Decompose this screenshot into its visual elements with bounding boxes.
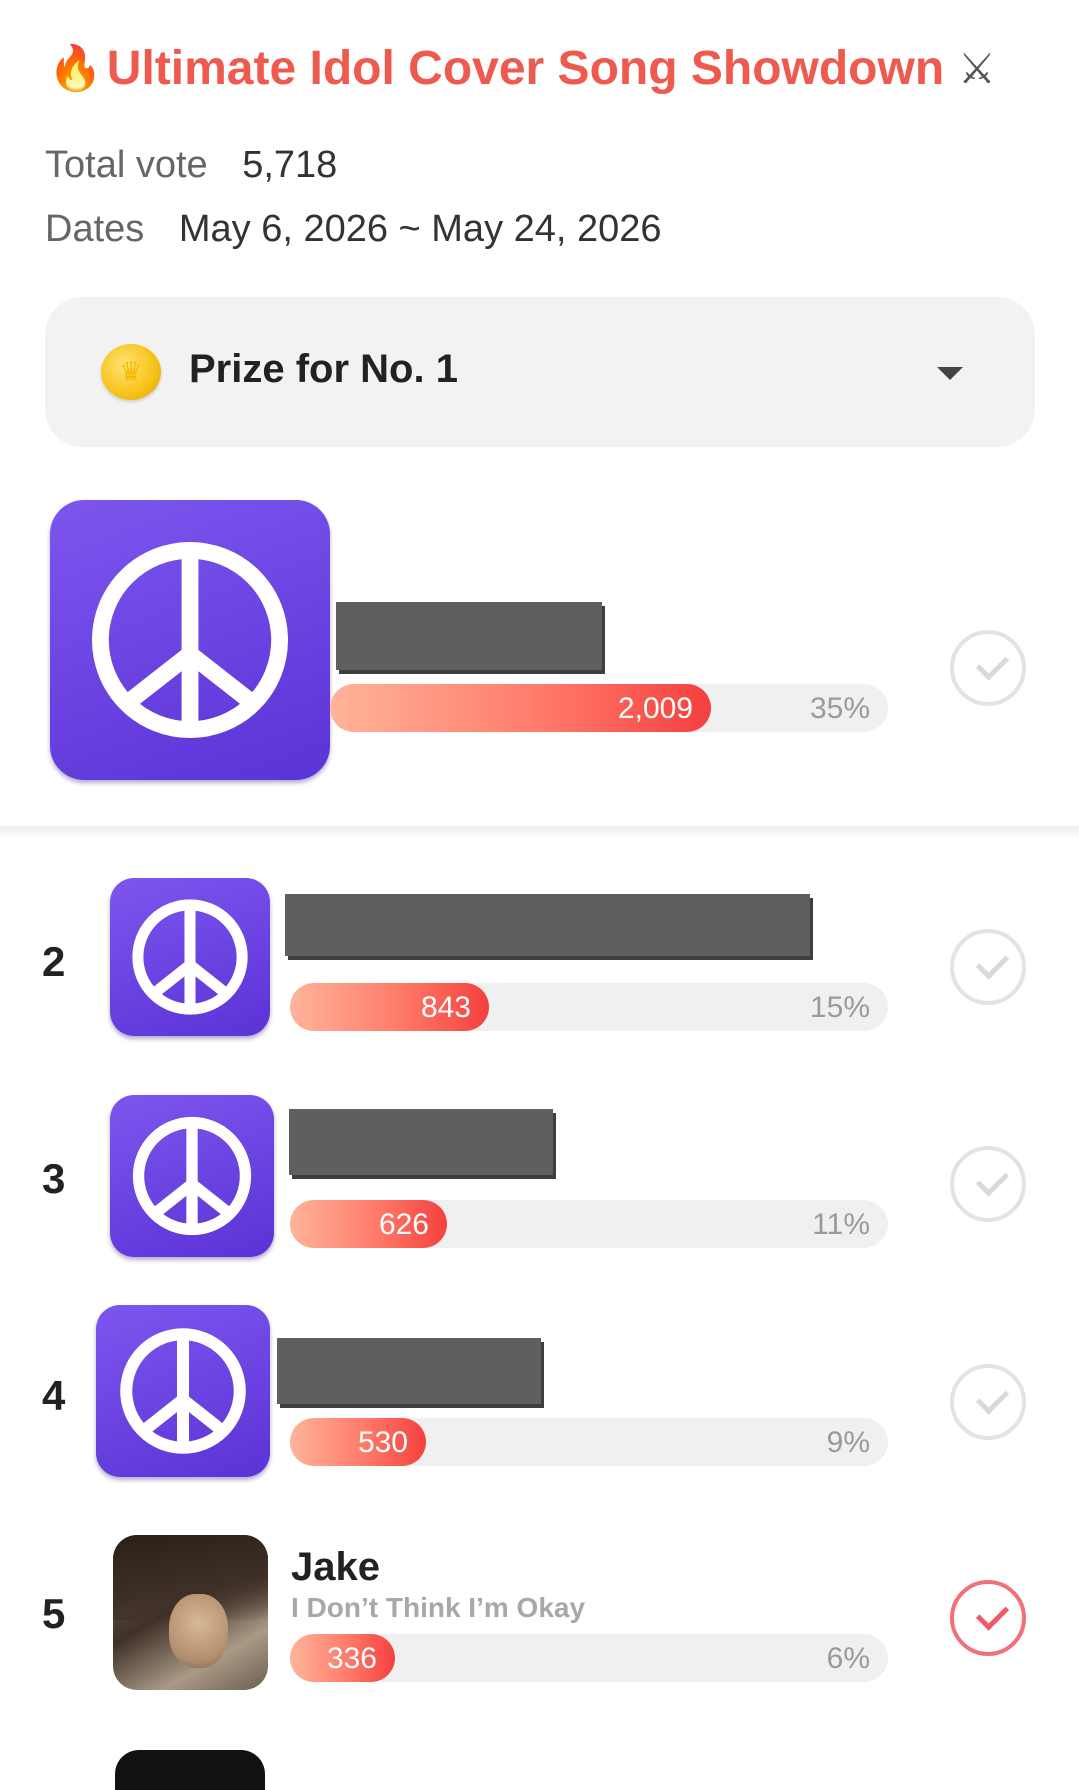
- vote-bar-fill: 336: [290, 1634, 395, 1682]
- vote-percent: 35%: [809, 692, 870, 725]
- vote-bar: 843 15%: [290, 983, 888, 1031]
- vote-count: 530: [357, 1426, 408, 1459]
- photo-face: [168, 1593, 228, 1669]
- vote-bar-fill: 2,009: [330, 684, 711, 732]
- prize-label: Prize for No. 1: [189, 347, 458, 391]
- redacted-name: [277, 1338, 541, 1404]
- vote-check-button[interactable]: [950, 1580, 1026, 1656]
- vote-count: 843: [420, 991, 471, 1024]
- dates-label: Dates: [45, 208, 145, 250]
- dates-row: Dates May 6, 2026 ~ May 24, 2026: [45, 208, 662, 251]
- redacted-name: [285, 894, 810, 956]
- vote-count: 626: [378, 1208, 429, 1241]
- vote-bar-fill: 530: [290, 1418, 426, 1466]
- vote-bar-fill: 843: [290, 983, 489, 1031]
- poll-title: 🔥 Ultimate Idol Cover Song Showdown ⚔: [48, 38, 1048, 98]
- vote-check-button[interactable]: [950, 929, 1026, 1005]
- total-vote-row: Total vote 5,718: [45, 144, 337, 187]
- peace-sign-avatar: [96, 1305, 270, 1477]
- candidate-name: Jake: [291, 1545, 380, 1589]
- coin-icon: [101, 344, 161, 400]
- vote-check-button[interactable]: [950, 630, 1026, 706]
- song-title: I Don’t Think I’m Okay: [291, 1592, 586, 1623]
- peace-sign-avatar: [110, 878, 270, 1036]
- vote-percent: 15%: [809, 991, 870, 1024]
- vote-percent: 9%: [826, 1426, 870, 1459]
- next-candidate-avatar: [115, 1750, 265, 1790]
- crossed-swords-icon: ⚔: [958, 44, 996, 92]
- vote-percent: 11%: [812, 1208, 870, 1241]
- rank-number: 4: [42, 1372, 66, 1419]
- rank-number: 5: [42, 1590, 66, 1637]
- rank-number: 2: [42, 938, 66, 985]
- divider: [0, 826, 1079, 836]
- vote-count: 336: [326, 1642, 377, 1675]
- redacted-name: [289, 1109, 553, 1175]
- dates-value: May 6, 2026 ~ May 24, 2026: [178, 208, 662, 250]
- vote-bar: 626 11%: [290, 1200, 888, 1248]
- poll-title-text: Ultimate Idol Cover Song Showdown: [106, 41, 945, 95]
- prize-dropdown[interactable]: Prize for No. 1: [45, 297, 1035, 447]
- fire-icon: 🔥: [48, 44, 103, 93]
- rank-number: 3: [42, 1155, 66, 1202]
- vote-check-button[interactable]: [950, 1364, 1026, 1440]
- vote-bar-fill: 626: [290, 1200, 447, 1248]
- vote-bar: 530 9%: [290, 1418, 888, 1466]
- caret-down-icon[interactable]: [937, 367, 963, 380]
- vote-percent: 6%: [826, 1642, 870, 1675]
- total-vote-value: 5,718: [242, 144, 338, 186]
- peace-sign-avatar: [110, 1095, 274, 1257]
- vote-bar: 336 6%: [290, 1634, 888, 1682]
- vote-check-button[interactable]: [950, 1146, 1026, 1222]
- redacted-name: [336, 602, 602, 670]
- peace-sign-avatar: [50, 500, 330, 780]
- candidate-photo: [113, 1535, 268, 1690]
- vote-count: 2,009: [617, 692, 693, 725]
- vote-bar: 2,009 35%: [330, 684, 888, 732]
- total-vote-label: Total vote: [45, 144, 208, 186]
